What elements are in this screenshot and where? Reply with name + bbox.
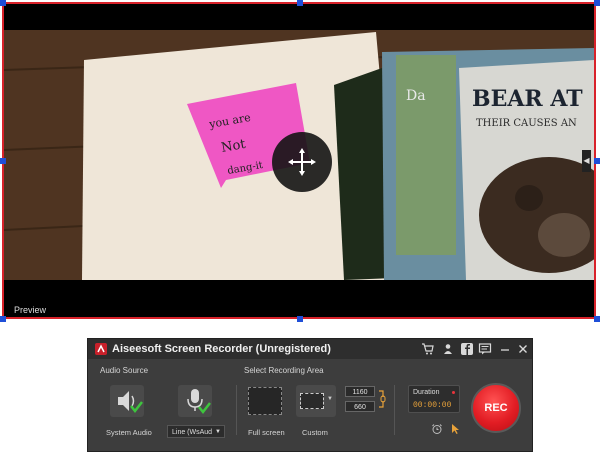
custom-area-icon bbox=[300, 393, 324, 409]
svg-text:THEIR CAUSES AN: THEIR CAUSES AN bbox=[476, 118, 577, 129]
full-screen-button[interactable] bbox=[248, 387, 282, 415]
capture-frame[interactable]: you are Not dang-it BEAR AT THEIR CAUSES… bbox=[2, 2, 596, 319]
custom-caption: Custom bbox=[302, 428, 328, 437]
select-area-label: Select Recording Area bbox=[244, 366, 324, 375]
user-icon[interactable] bbox=[441, 342, 455, 356]
message-icon[interactable] bbox=[478, 342, 492, 356]
duration-value: 00:00:00 bbox=[413, 401, 452, 410]
rec-button[interactable]: REC bbox=[471, 383, 521, 433]
divider bbox=[394, 385, 395, 435]
move-arrows-icon bbox=[288, 148, 316, 176]
audio-input-value: Line (WsAud bbox=[172, 429, 213, 436]
app-title: Aiseesoft Screen Recorder (Unregistered) bbox=[112, 343, 331, 355]
width-input[interactable]: 1160 bbox=[345, 386, 375, 397]
microphone-icon bbox=[187, 389, 211, 415]
move-handle[interactable] bbox=[272, 132, 332, 192]
chevron-down-icon: ▼ bbox=[215, 429, 221, 435]
title-bar[interactable]: Aiseesoft Screen Recorder (Unregistered) bbox=[88, 339, 532, 359]
full-screen-caption: Full screen bbox=[248, 428, 285, 437]
cursor-icon[interactable] bbox=[449, 422, 461, 440]
preview-label: Preview bbox=[14, 305, 47, 315]
speaker-icon bbox=[118, 391, 143, 414]
svg-text:Da: Da bbox=[406, 88, 426, 104]
resize-handle-top[interactable] bbox=[297, 0, 303, 6]
chevron-down-icon: ▼ bbox=[327, 396, 333, 402]
facebook-icon[interactable] bbox=[460, 342, 474, 356]
resize-handle-bl[interactable] bbox=[0, 316, 6, 322]
resize-handle-br[interactable] bbox=[594, 316, 600, 322]
system-audio-button[interactable] bbox=[110, 385, 144, 417]
app-logo-icon bbox=[95, 343, 107, 355]
audio-input-select[interactable]: Line (WsAud ▼ bbox=[167, 425, 225, 438]
resize-handle-bottom[interactable] bbox=[297, 316, 303, 322]
audio-source-label: Audio Source bbox=[100, 366, 149, 375]
custom-area-button[interactable]: ▼ bbox=[296, 385, 336, 417]
alert-dot bbox=[452, 391, 455, 394]
link-icon[interactable] bbox=[378, 389, 386, 414]
duration-label: Duration bbox=[413, 389, 440, 396]
resize-handle-tl[interactable] bbox=[0, 0, 6, 6]
alarm-clock-icon[interactable] bbox=[431, 422, 443, 440]
close-icon[interactable] bbox=[516, 342, 530, 356]
minimize-icon[interactable] bbox=[498, 342, 512, 356]
resize-handle-tr[interactable] bbox=[594, 0, 600, 6]
microphone-button[interactable] bbox=[178, 385, 212, 417]
system-audio-caption: System Audio bbox=[106, 428, 152, 437]
resize-handle-left[interactable] bbox=[0, 158, 6, 164]
svg-text:BEAR AT: BEAR AT bbox=[472, 86, 583, 112]
recorder-window: Aiseesoft Screen Recorder (Unregistered)… bbox=[87, 338, 533, 452]
duration-panel: Duration 00:00:00 bbox=[408, 385, 460, 413]
cart-icon[interactable] bbox=[421, 342, 435, 356]
collapse-arrow-icon[interactable]: ◀ bbox=[582, 150, 591, 172]
resize-handle-right[interactable] bbox=[594, 158, 600, 164]
height-input[interactable]: 660 bbox=[345, 401, 375, 412]
divider bbox=[236, 385, 237, 435]
